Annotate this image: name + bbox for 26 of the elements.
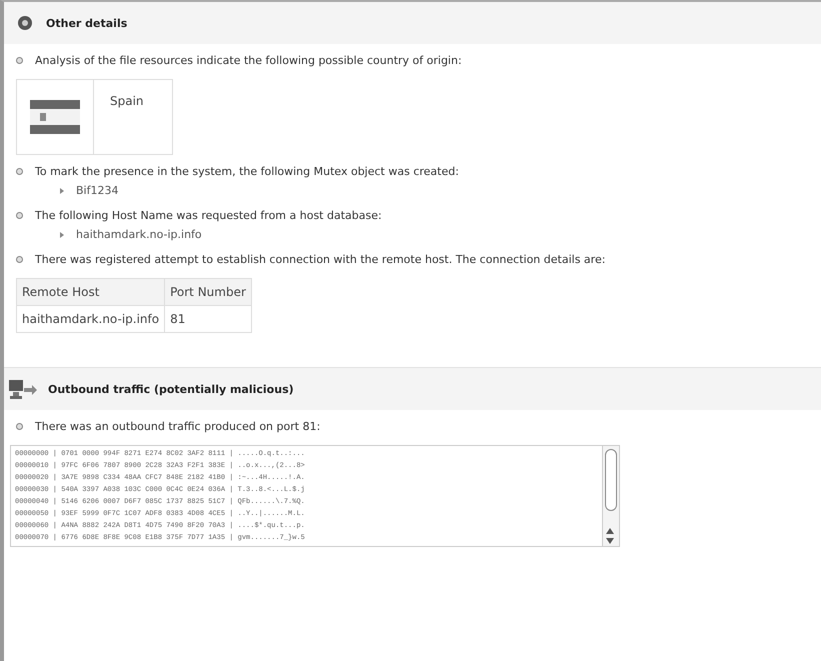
table-cell: haithamdark.no-ip.info <box>16 306 165 332</box>
bullet-icon <box>16 168 23 175</box>
bullet-icon <box>16 256 23 263</box>
item-text: There was an outbound traffic produced on port 81: <box>35 420 320 433</box>
column-header: Remote Host <box>16 278 165 306</box>
column-header: Port Number <box>164 278 252 306</box>
computer-arrow-icon <box>8 378 38 400</box>
item-text: There was registered attempt to establish connection with the remote host. The connection details are: <box>35 253 606 266</box>
list-value: Bif1234 <box>76 184 118 197</box>
section-title: Other details <box>46 16 128 30</box>
bullet-icon <box>16 423 23 430</box>
list-value: haithamdark.no-ip.info <box>76 228 202 241</box>
arrow-icon <box>60 232 64 238</box>
down-arrow-icon[interactable] <box>603 536 617 546</box>
bullet-icon <box>16 212 23 219</box>
country-name: Spain <box>109 93 145 110</box>
bullet-icon <box>16 57 23 64</box>
item-text: Analysis of the file resources indicate the following possible country of origin: <box>35 54 462 67</box>
item-text: To mark the presence in the system, the following Mutex object was created: <box>35 165 459 178</box>
table-cell: 81 <box>164 306 252 332</box>
scrollbar[interactable] <box>602 446 619 546</box>
flag-icon <box>30 100 80 134</box>
arrow-icon <box>60 188 64 194</box>
item-text: The following Host Name was requested from a host database: <box>35 209 382 222</box>
up-arrow-icon[interactable] <box>603 526 617 536</box>
section-title: Outbound traffic (potentially malicious) <box>48 382 294 396</box>
